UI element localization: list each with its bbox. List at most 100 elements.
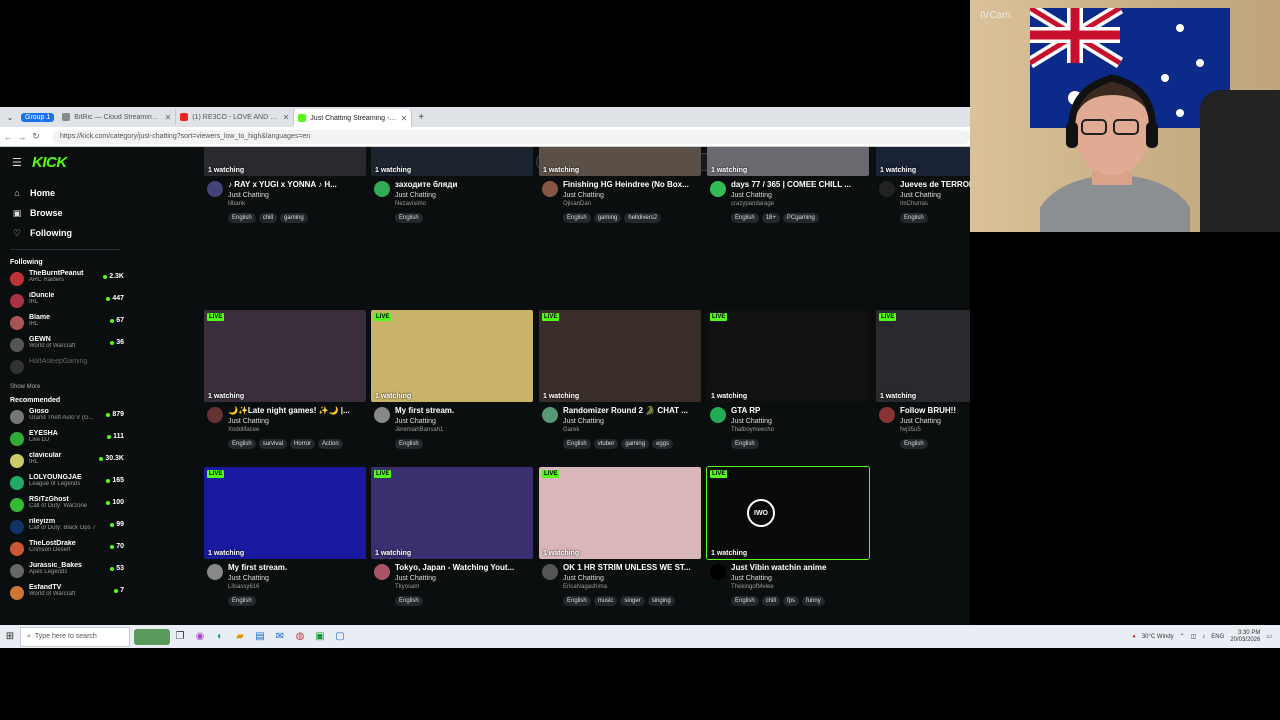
streamer-name[interactable]: ThekingofMelee	[731, 584, 774, 590]
tab-group-label[interactable]: Group 1	[21, 112, 55, 122]
streamer-name[interactable]: Lilsassy616	[228, 584, 259, 590]
tag-chip[interactable]: singer	[620, 596, 645, 606]
streamer-name[interactable]: Thatboymeecho	[731, 427, 774, 433]
stream-title[interactable]: Finishing HG Heindree (No Box...	[563, 180, 699, 189]
widgets-icon[interactable]	[134, 628, 170, 645]
taskbar-search[interactable]: ⌕ Type here to search	[20, 626, 130, 647]
tag-chip[interactable]: gaming	[280, 213, 308, 223]
streamer-name[interactable]: Tkyosam	[395, 584, 419, 590]
tag-chip[interactable]: English	[395, 213, 423, 223]
tag-chip[interactable]: chill	[761, 596, 781, 606]
sidebar-channel[interactable]: HalfAsleepGaming	[0, 358, 130, 380]
windows-start-icon[interactable]: ⊞	[0, 631, 20, 642]
avatar[interactable]	[879, 181, 895, 197]
stream-category[interactable]: Just Chatting	[900, 418, 941, 425]
tag-chip[interactable]: helldivers2	[624, 213, 662, 223]
sidebar-channel[interactable]: clavicular IRL 30.3K	[0, 452, 130, 474]
tag-chip[interactable]: English	[395, 439, 423, 449]
stream-title[interactable]: Tokyo, Japan - Watching Yout...	[395, 563, 531, 572]
stream-card[interactable]: IWO LIVE 1 watching Just Vibin watchin anim…	[706, 466, 870, 617]
streamer-name[interactable]: Garek	[563, 427, 579, 433]
tag-chip[interactable]: Action	[318, 439, 343, 449]
stream-title[interactable]: My first stream.	[228, 563, 364, 572]
stream-category[interactable]: Just Chatting	[563, 575, 604, 582]
avatar[interactable]	[374, 181, 390, 197]
close-icon[interactable]: ✕	[401, 114, 408, 123]
stream-card[interactable]: LIVE 1 watching Tokyo, Japan - Watching Yo…	[371, 467, 533, 617]
stream-card[interactable]: LIVE 1 watching GTA RP Just Chatting Thatboy…	[707, 310, 869, 460]
stream-thumbnail[interactable]: LIVE 1 watching	[204, 310, 366, 402]
tag-chip[interactable]: English	[731, 596, 759, 606]
browser-tab-active[interactable]: Just Chatting Streaming - Live Stre ✕	[294, 109, 413, 127]
kick-logo[interactable]: KICK	[32, 154, 67, 171]
stream-title[interactable]: GTA RP	[731, 406, 867, 415]
stream-thumbnail[interactable]: LIVE 1 watching	[876, 310, 970, 402]
stream-category[interactable]: Just Chatting	[731, 192, 772, 199]
tag-chip[interactable]: singing	[647, 596, 675, 606]
avatar[interactable]	[710, 407, 726, 423]
store-icon[interactable]: ▤	[250, 627, 270, 647]
stream-card[interactable]: LIVE 1 watching My first stream. Just Chatt…	[371, 310, 533, 460]
url-field[interactable]: https://kick.com/category/just-chatting?…	[52, 129, 970, 144]
streamer-name[interactable]: Nezavisimo	[395, 201, 426, 207]
tag-chip[interactable]: English	[900, 439, 928, 449]
app-icon[interactable]: ▣	[310, 627, 330, 647]
sidebar-nav-following[interactable]: ♡ Following	[0, 223, 130, 243]
streamer-name[interactable]: lilbank	[228, 201, 245, 207]
chrome-icon[interactable]: ◍	[290, 627, 310, 647]
avatar[interactable]	[542, 564, 558, 580]
tag-chip[interactable]: gaming	[593, 213, 622, 223]
network-icon[interactable]: ◫	[1191, 633, 1197, 640]
tag-chip[interactable]: English	[731, 213, 759, 223]
tag-chip[interactable]: English	[563, 213, 591, 223]
stream-thumbnail[interactable]: LIVE 1 watching	[539, 467, 701, 559]
stream-title[interactable]: Jueves de TERROR!!	[900, 180, 970, 189]
avatar[interactable]	[710, 181, 726, 197]
stream-thumbnail[interactable]: LIVE 1 watching	[371, 310, 533, 402]
stream-category[interactable]: Just Chatting	[395, 192, 436, 199]
sidebar-channel[interactable]: LOLYOUNGJAE League of Legends 165	[0, 474, 130, 496]
tag-chip[interactable]: chill	[258, 213, 278, 223]
close-icon[interactable]: ✕	[165, 113, 172, 122]
stream-title[interactable]: заходите бляди	[395, 180, 531, 189]
stream-card[interactable]: LIVE 1 watching Randomizer Round 2 🐊 CHAT …	[539, 310, 701, 460]
stream-thumbnail[interactable]: LIVE 1 watching	[371, 467, 533, 559]
notification-icon[interactable]: ▭	[1266, 633, 1272, 640]
streamer-name[interactable]: Xodollfacee	[228, 427, 259, 433]
app-icon[interactable]: ▢	[330, 627, 350, 647]
sidebar-channel[interactable]: Gioso Grand Theft Auto V (G... 879	[0, 408, 130, 430]
show-more-button[interactable]: Show More	[0, 380, 130, 394]
tag-chip[interactable]: PCgaming	[782, 213, 819, 223]
stream-card[interactable]: LIVE 1 watching OK 1 HR STRIM UNLESS WE ST…	[539, 467, 701, 617]
streamer-name[interactable]: EricaNagashima	[563, 584, 607, 590]
avatar[interactable]	[879, 407, 895, 423]
streamer-name[interactable]: fwj35u5	[900, 427, 921, 433]
stream-card[interactable]: 1 watching days 77 / 365 | COMEE CHILL ..…	[707, 147, 869, 234]
stream-category[interactable]: Just Chatting	[228, 575, 269, 582]
stream-category[interactable]: Just Chatting	[228, 418, 269, 425]
stream-title[interactable]: 🌙✨Late night games! ✨🌙 |...	[228, 406, 364, 415]
avatar[interactable]	[207, 181, 223, 197]
stream-thumbnail[interactable]: 1 watching	[539, 147, 701, 176]
stream-card[interactable]: LIVE 1 watching My first stream. Just Chatt…	[204, 467, 366, 617]
hamburger-menu-icon[interactable]: ☰	[12, 156, 22, 169]
streamer-name[interactable]: OjisanDan	[563, 201, 591, 207]
stream-card[interactable]: 1 watching ♪ RAY x YUGI x YONNA ♪ H... Jus…	[204, 147, 366, 234]
mail-icon[interactable]: ✉	[270, 627, 290, 647]
sidebar-channel[interactable]: rileyizm Call of Duty: Black Ops 7 99	[0, 518, 130, 540]
sidebar-channel[interactable]: Blame IRL 67	[0, 314, 130, 336]
stream-thumbnail[interactable]: 1 watching	[204, 147, 366, 176]
stream-card[interactable]: LIVE 1 watching Follow BRUH!! Just Chatting…	[876, 310, 970, 460]
tag-chip[interactable]: English	[228, 439, 256, 449]
stream-card[interactable]: LIVE 1 watching 🌙✨Late night games! ✨🌙 |..…	[204, 310, 366, 460]
tag-chip[interactable]: English	[900, 213, 928, 223]
sidebar-nav-browse[interactable]: ▣ Browse	[0, 203, 130, 223]
tag-chip[interactable]: English	[731, 439, 759, 449]
clock[interactable]: 3:30 PM 20/03/2026	[1230, 630, 1260, 644]
stream-title[interactable]: Randomizer Round 2 🐊 CHAT ...	[563, 406, 699, 415]
sidebar-channel[interactable]: EYESHA Live DJ 111	[0, 430, 130, 452]
sidebar-channel[interactable]: iDuncle IRL 447	[0, 292, 130, 314]
avatar[interactable]	[374, 564, 390, 580]
tag-chip[interactable]: 18+	[761, 213, 780, 223]
sidebar-channel[interactable]: TheBurntPeanut ARC Raiders 2.3K	[0, 270, 130, 292]
